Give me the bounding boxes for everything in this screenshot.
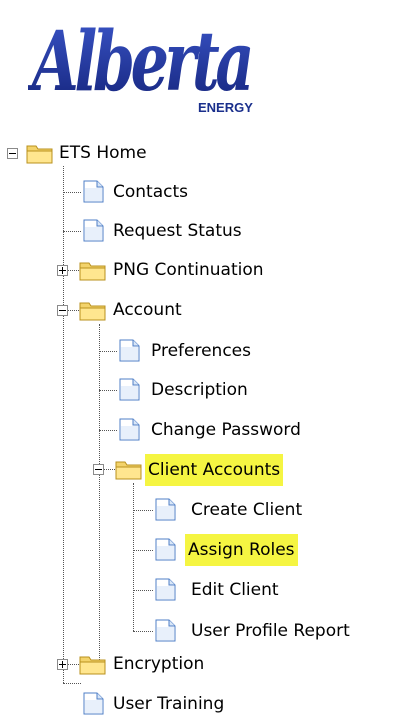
document-icon [155, 538, 176, 561]
tree-item-description[interactable]: Description [148, 377, 251, 403]
expand-toggle-icon[interactable] [57, 659, 68, 670]
tree-item-assign-roles[interactable]: Assign Roles [185, 534, 298, 566]
collapse-toggle-icon[interactable] [7, 148, 18, 159]
collapse-toggle-icon[interactable] [57, 305, 68, 316]
tree-item-user-training[interactable]: User Training [110, 691, 227, 717]
document-icon [83, 219, 104, 242]
navigation-tree: ETS Home Contacts Request Status PNG Con… [0, 0, 401, 721]
document-icon [119, 339, 140, 362]
expand-toggle-icon[interactable] [57, 265, 68, 276]
document-icon [83, 180, 104, 203]
document-icon [155, 578, 176, 601]
document-icon [155, 619, 176, 642]
document-icon [119, 418, 140, 441]
tree-item-edit-client[interactable]: Edit Client [188, 577, 282, 603]
tree-item-user-profile-report[interactable]: User Profile Report [188, 618, 353, 644]
document-icon [119, 378, 140, 401]
tree-item-preferences[interactable]: Preferences [148, 338, 254, 364]
tree-connector [63, 166, 64, 683]
tree-item-png-continuation[interactable]: PNG Continuation [110, 257, 267, 283]
folder-closed-icon [79, 656, 106, 675]
tree-item-encryption[interactable]: Encryption [110, 651, 207, 677]
tree-item-change-password[interactable]: Change Password [148, 417, 304, 443]
tree-item-ets-home[interactable]: ETS Home [56, 140, 150, 166]
tree-connector [133, 483, 134, 631]
tree-connector [99, 324, 100, 664]
folder-open-icon [26, 145, 53, 164]
folder-closed-icon [79, 262, 106, 281]
tree-item-client-accounts[interactable]: Client Accounts [145, 454, 284, 486]
tree-item-account[interactable]: Account [110, 297, 185, 323]
document-icon [83, 692, 104, 715]
tree-item-contacts[interactable]: Contacts [110, 179, 191, 205]
collapse-toggle-icon[interactable] [93, 464, 104, 475]
tree-item-request-status[interactable]: Request Status [110, 218, 245, 244]
tree-item-create-client[interactable]: Create Client [188, 497, 305, 523]
folder-open-icon [79, 302, 106, 321]
document-icon [155, 498, 176, 521]
folder-open-icon [115, 461, 142, 480]
